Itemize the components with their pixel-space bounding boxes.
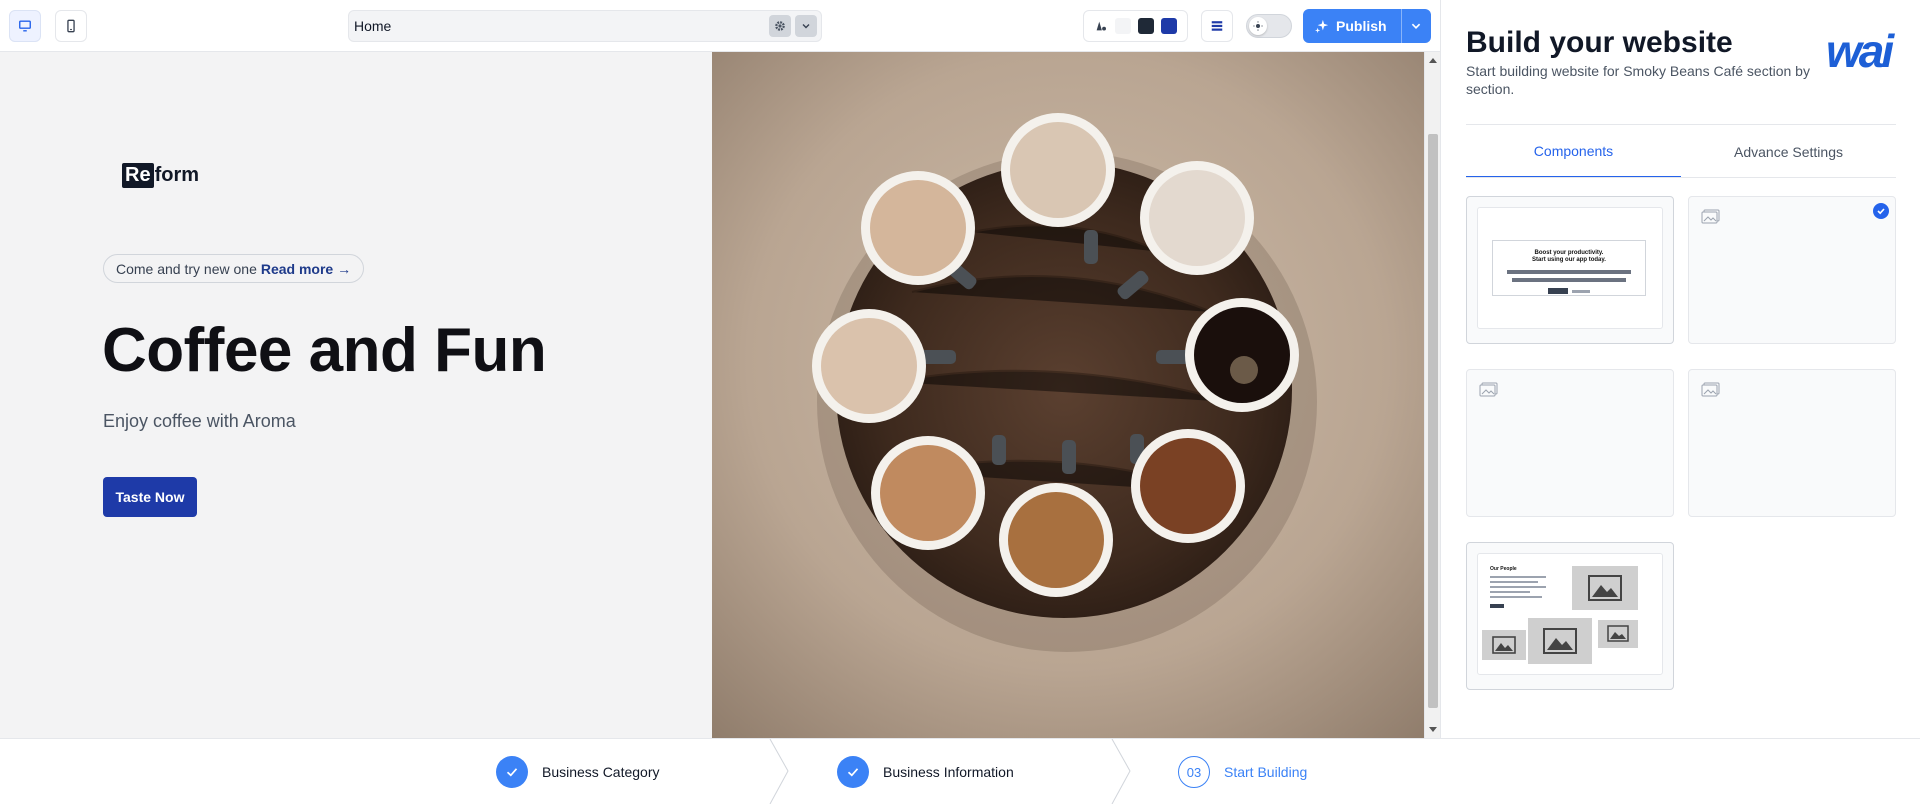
step-business-category[interactable]: Business Category	[496, 756, 660, 788]
sparkle-icon	[1315, 19, 1329, 33]
card-preview-line: Start using our app today.	[1532, 257, 1606, 263]
scroll-up-arrow[interactable]	[1429, 58, 1437, 63]
panel-title: Build your website	[1466, 26, 1733, 59]
publish-label: Publish	[1336, 18, 1387, 34]
palette-swatch-dark	[1138, 18, 1154, 34]
site-logo[interactable]: Re form	[122, 163, 199, 188]
layers-icon	[1211, 21, 1223, 31]
palette-swatch-light	[1115, 18, 1131, 34]
chevron-down-icon	[802, 24, 810, 29]
gallery-image-icon	[1528, 618, 1592, 664]
chevron-down-icon	[1412, 23, 1421, 29]
palette-icon	[1096, 21, 1106, 31]
component-preview: Boost your productivity. Start using our…	[1477, 207, 1663, 329]
panel-subtitle: Start building website for Smoky Beans C…	[1466, 63, 1810, 97]
page-selector[interactable]: Home	[348, 10, 822, 42]
gear-icon	[775, 21, 785, 31]
page-selector-value: Home	[354, 18, 392, 34]
announcement-text: Come and try new one	[116, 260, 257, 277]
page-dropdown-button[interactable]	[795, 15, 817, 37]
publish-dropdown-button[interactable]	[1402, 9, 1431, 43]
selected-check-icon	[1873, 203, 1889, 219]
component-card-4[interactable]	[1688, 369, 1896, 517]
step-label: Business Information	[883, 764, 1014, 780]
hero-coffee-image	[712, 52, 1424, 738]
component-card-cta[interactable]: Boost your productivity. Start using our…	[1466, 196, 1674, 344]
progress-stepper: Business Category Business Information 0…	[0, 738, 1920, 804]
card-preview-line: Boost your productivity.	[1534, 250, 1604, 256]
mobile-view-button[interactable]	[55, 10, 87, 42]
desktop-icon	[19, 20, 31, 32]
image-placeholder-icon	[1701, 382, 1720, 397]
check-icon	[496, 756, 528, 788]
tab-underline-track	[1466, 177, 1896, 178]
component-card-gallery[interactable]: Our People	[1466, 542, 1674, 690]
scroll-down-arrow[interactable]	[1429, 727, 1437, 732]
announcement-pill: Come and try new one Read more →	[103, 254, 365, 283]
step-label: Start Building	[1224, 764, 1308, 780]
step-start-building[interactable]: 03 Start Building	[1178, 756, 1307, 788]
top-toolbar: Home Publish	[0, 0, 1440, 52]
layers-button[interactable]	[1201, 10, 1233, 42]
check-icon	[837, 756, 869, 788]
tab-components[interactable]: Components	[1466, 126, 1681, 178]
taste-now-button[interactable]: Taste Now	[103, 477, 197, 517]
desktop-view-button[interactable]	[9, 10, 41, 42]
logo-text: form	[154, 164, 200, 186]
component-preview: Our People	[1477, 553, 1663, 675]
preview-canvas: Re form Come and try new one Read more →…	[0, 52, 1424, 738]
publish-button[interactable]: Publish	[1303, 9, 1402, 43]
component-card-2[interactable]	[1688, 196, 1896, 344]
builder-panel: Build your website Start building websit…	[1440, 0, 1920, 738]
step-business-information[interactable]: Business Information	[837, 756, 1014, 788]
step-number: 03	[1178, 756, 1210, 788]
step-label: Business Category	[542, 764, 660, 780]
sun-icon	[1249, 17, 1267, 35]
step-separator-icon	[1111, 739, 1131, 804]
gallery-image-icon	[1598, 620, 1638, 648]
mobile-icon	[67, 19, 75, 33]
step-separator-icon	[769, 739, 789, 804]
gallery-image-icon	[1482, 630, 1526, 660]
page-settings-button[interactable]	[769, 15, 791, 37]
logo-mark: Re	[122, 163, 154, 188]
theme-toggle[interactable]	[1246, 14, 1292, 38]
color-palette-button[interactable]	[1083, 10, 1188, 42]
image-placeholder-icon	[1701, 209, 1720, 224]
panel-divider	[1466, 124, 1896, 125]
publish-button-group: Publish	[1303, 9, 1431, 43]
card-preview-heading: Our People	[1490, 566, 1517, 572]
hero-title: Coffee and Fun	[102, 316, 547, 385]
brand-logo: wai	[1826, 25, 1894, 77]
palette-swatch-primary	[1161, 18, 1177, 34]
component-card-3[interactable]	[1466, 369, 1674, 517]
tab-advance-settings[interactable]: Advance Settings	[1681, 126, 1896, 178]
read-more-link[interactable]: Read more →	[261, 261, 351, 277]
image-placeholder-icon	[1479, 382, 1498, 397]
scroll-thumb[interactable]	[1428, 134, 1438, 708]
hero-subtitle: Enjoy coffee with Aroma	[103, 411, 296, 431]
gallery-image-icon	[1572, 566, 1638, 610]
canvas-scrollbar[interactable]	[1424, 52, 1440, 738]
